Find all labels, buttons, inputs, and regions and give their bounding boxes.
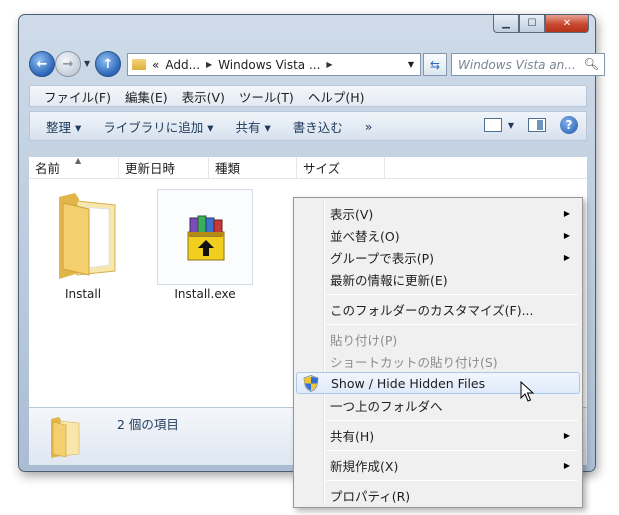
column-header: 名前 ▲ 更新日時 種類 サイズ (29, 156, 587, 179)
folder-icon (59, 193, 116, 279)
command-bar: 整理 ▾ ライブラリに追加 ▾ 共有 ▾ 書き込む » ▼ ? (29, 111, 587, 141)
refresh-icon: ⇆ (429, 57, 441, 72)
ctx-view[interactable]: 表示(V) ▶ (296, 202, 580, 224)
close-button[interactable]: ✕ (545, 15, 589, 33)
menu-separator (326, 294, 578, 295)
forward-button[interactable]: → (55, 51, 81, 77)
submenu-arrow-icon: ▶ (563, 430, 570, 440)
up-folder-button[interactable]: ↑ (95, 51, 121, 77)
help-icon[interactable]: ? (560, 116, 578, 134)
navigation-row: ← → ▼ ↑ « Add... ▶ Windows Vista ... ▶ ▼… (27, 49, 605, 79)
ctx-group-by[interactable]: グループで表示(P) ▶ (296, 246, 580, 268)
address-bar[interactable]: « Add... ▶ Windows Vista ... ▶ ▼ (127, 53, 421, 76)
chevron-right-icon[interactable]: ▶ (206, 60, 212, 69)
change-view-icon[interactable] (483, 118, 502, 132)
breadcrumb-overflow[interactable]: « (152, 58, 159, 72)
recent-pages-dropdown[interactable]: ▼ (84, 59, 90, 68)
menu-edit[interactable]: 編集(E) (125, 87, 168, 106)
file-item-exe[interactable]: Install.exe (157, 179, 253, 301)
folder-icon (51, 417, 80, 458)
search-placeholder: Windows Vista an... (458, 57, 576, 72)
menu-help[interactable]: ヘルプ(H) (308, 87, 365, 106)
caption-buttons: ▁ ☐ ✕ (493, 15, 589, 33)
ctx-properties[interactable]: プロパティ(R) (296, 484, 580, 506)
menu-separator (326, 450, 578, 451)
folder-icon (132, 59, 146, 70)
column-type[interactable]: 種類 (209, 157, 297, 178)
refresh-button[interactable]: ⇆ (423, 53, 447, 76)
preview-pane-icon[interactable] (528, 118, 546, 132)
menu-bar: ファイル(F) 編集(E) 表示(V) ツール(T) ヘルプ(H) (29, 85, 587, 107)
ctx-paste: 貼り付け(P) (330, 332, 398, 348)
search-icon[interactable]: 🔍︎ (584, 57, 599, 71)
winrar-archive-icon (187, 215, 225, 261)
file-name: Install.exe (174, 287, 236, 301)
organize-button[interactable]: 整理 ▾ (46, 117, 81, 136)
submenu-arrow-icon: ▶ (563, 460, 570, 470)
chevron-right-icon[interactable]: ▶ (326, 60, 332, 69)
ctx-show-hide-hidden-files[interactable]: Show / Hide Hidden Files (296, 372, 580, 394)
ctx-paste-shortcut: ショートカットの貼り付け(S) (330, 354, 498, 370)
thumbnail-frame (157, 189, 253, 285)
ctx-sort-by[interactable]: 並べ替え(O) ▶ (296, 224, 580, 246)
ctx-up-one-folder[interactable]: 一つ上のフォルダへ (296, 394, 580, 416)
ctx-refresh[interactable]: 最新の情報に更新(E) (296, 268, 580, 290)
command-bar-right: ▼ ? (483, 116, 578, 134)
search-input[interactable]: Windows Vista an... 🔍︎ (451, 53, 605, 76)
mouse-cursor-icon (520, 381, 534, 402)
maximize-button[interactable]: ☐ (519, 15, 545, 33)
back-button[interactable]: ← (29, 51, 55, 77)
file-item-folder[interactable]: Install (37, 179, 129, 301)
submenu-arrow-icon: ▶ (563, 252, 570, 262)
column-name[interactable]: 名前 ▲ (29, 156, 119, 178)
sort-ascending-icon: ▲ (75, 156, 82, 165)
menu-file[interactable]: ファイル(F) (44, 87, 111, 106)
context-menu: 表示(V) ▶ 並べ替え(O) ▶ グループで表示(P) ▶ 最新の情報に更新(… (293, 197, 583, 508)
view-dropdown-icon[interactable]: ▼ (508, 121, 514, 130)
breadcrumb-item[interactable]: Add... (165, 58, 200, 72)
menu-separator (326, 324, 578, 325)
file-name: Install (64, 287, 102, 301)
ctx-share[interactable]: 共有(H) ▶ (296, 424, 580, 446)
burn-button[interactable]: 書き込む (293, 117, 343, 136)
more-commands-button[interactable]: » (365, 119, 373, 134)
minimize-button[interactable]: ▁ (493, 15, 519, 33)
menu-view[interactable]: 表示(V) (182, 87, 225, 106)
breadcrumb-item[interactable]: Windows Vista ... (218, 58, 320, 72)
address-dropdown-icon[interactable]: ▼ (408, 60, 414, 69)
uac-shield-icon (303, 375, 319, 392)
ctx-customize-folder[interactable]: このフォルダーのカスタマイズ(F)... (296, 298, 580, 320)
submenu-arrow-icon: ▶ (563, 230, 570, 240)
menu-tools[interactable]: ツール(T) (239, 87, 294, 106)
add-to-library-button[interactable]: ライブラリに追加 ▾ (103, 117, 213, 136)
column-date-modified[interactable]: 更新日時 (119, 157, 209, 178)
column-size[interactable]: サイズ (297, 157, 385, 178)
menu-separator (326, 480, 578, 481)
share-button[interactable]: 共有 ▾ (236, 117, 271, 136)
submenu-arrow-icon: ▶ (563, 208, 570, 218)
menu-separator (326, 420, 578, 421)
ctx-new[interactable]: 新規作成(X) ▶ (296, 454, 580, 476)
item-count: 2 個の項目 (117, 417, 179, 432)
